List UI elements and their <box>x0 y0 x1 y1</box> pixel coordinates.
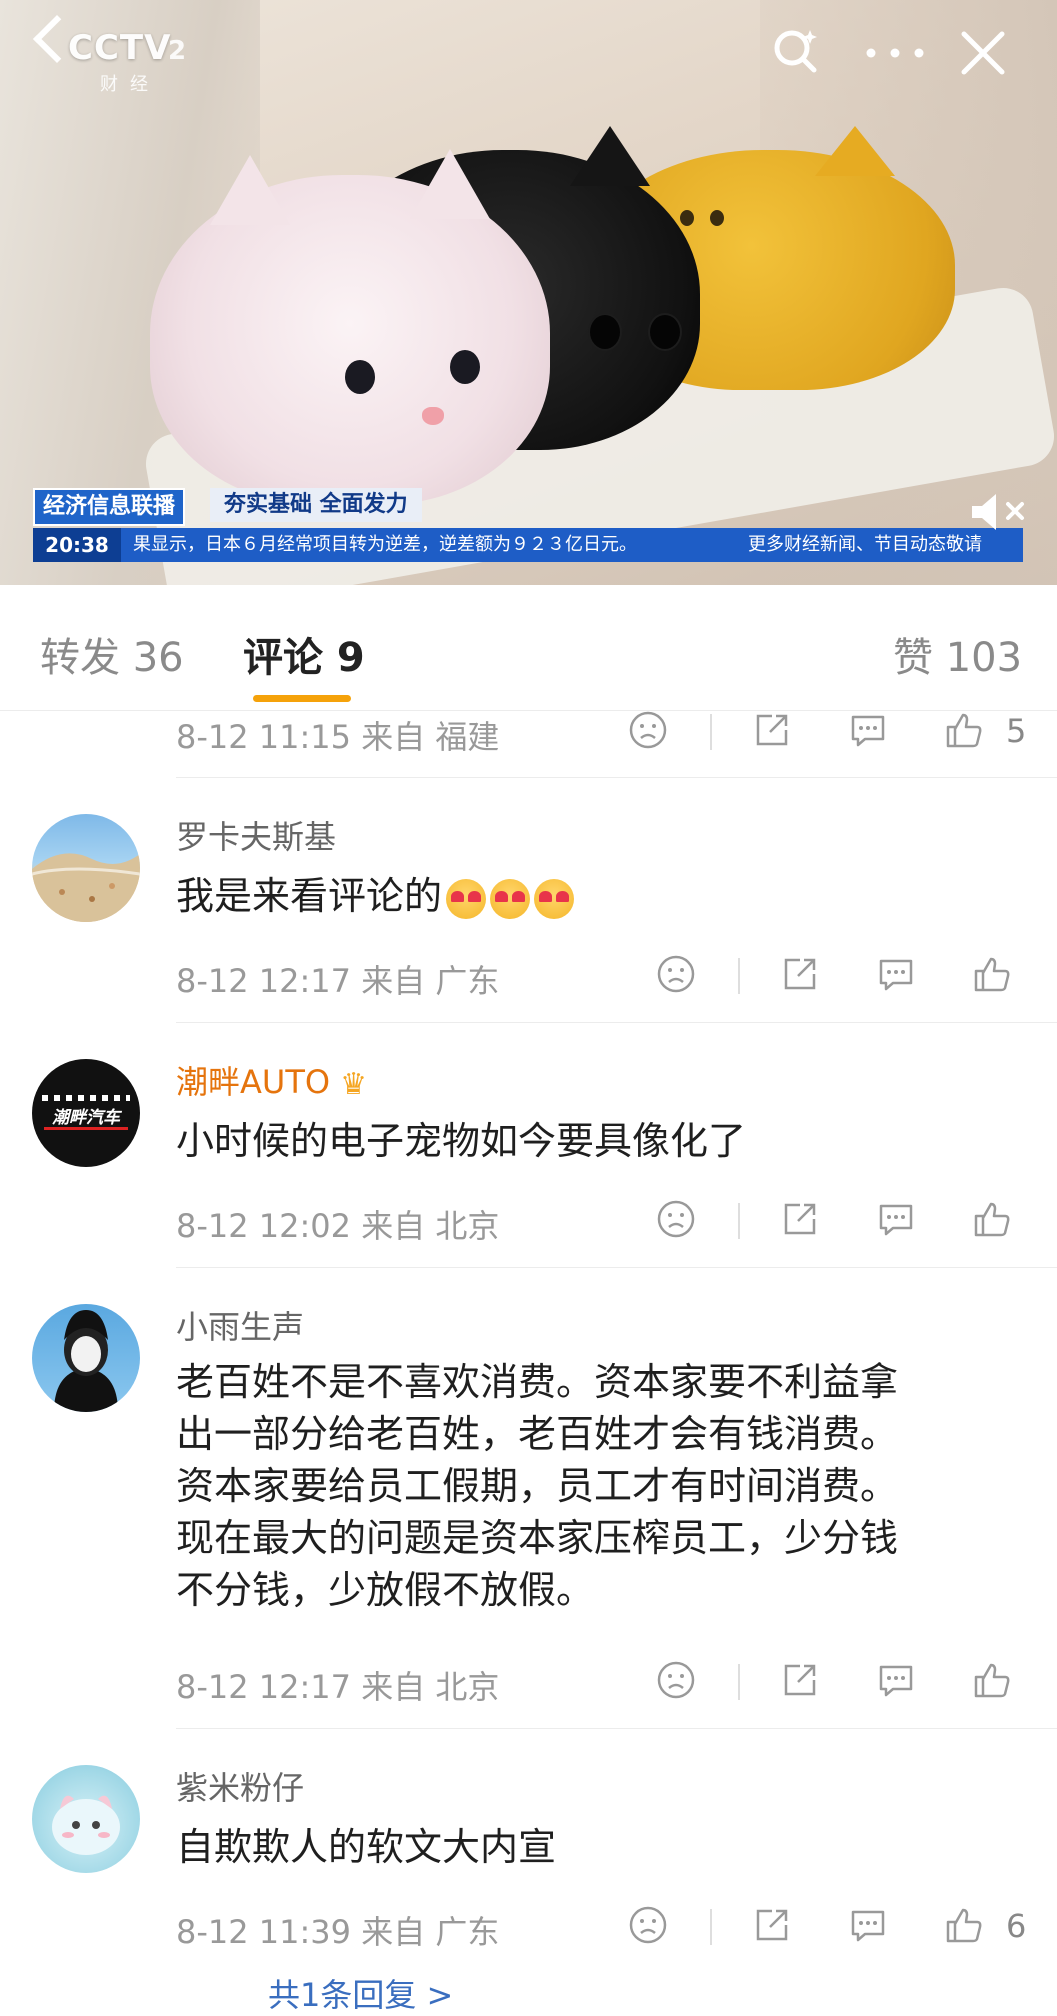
username[interactable]: 潮畔AUTO ♛ <box>176 1057 367 1103</box>
comment-text: 我是来看评论的 <box>176 874 443 918</box>
beach-photo-icon <box>32 853 140 922</box>
thumbs-up-icon[interactable] <box>972 954 1012 994</box>
dislike-face-icon[interactable] <box>656 954 696 994</box>
heart-eyes-emoji-icon <box>490 878 531 919</box>
comment-meta: 8-12 12:17 来自 广东 <box>176 962 500 1000</box>
comment-text: 自欺欺人的软文大内宣 <box>176 1825 557 1869</box>
comment-actions <box>656 954 1016 998</box>
news-program-tag: 经济信息联播 <box>33 488 186 526</box>
comment-actions <box>656 1199 1016 1243</box>
comment-divider <box>176 1728 1057 1729</box>
dislike-face-icon[interactable] <box>656 1660 696 1700</box>
avatar-text: 潮畔汽车 <box>52 1108 120 1128</box>
thumbs-up-icon[interactable] <box>972 1199 1012 1239</box>
share-icon[interactable] <box>780 1199 820 1239</box>
comment-meta: 8-12 12:17 来自 北京 <box>176 1668 500 1706</box>
more-icon[interactable] <box>865 48 925 58</box>
comment-icon[interactable] <box>876 1199 916 1239</box>
comment-meta: 8-12 12:02 来自 北京 <box>176 1207 500 1245</box>
cartoon-character-icon <box>52 1795 120 1855</box>
comment-actions: 6 <box>628 1905 1028 1949</box>
comment-content: 老百姓不是不喜欢消费。资本家要不利益拿 出一部分给老百姓，老百姓才会有钱消费。 … <box>176 1356 1016 1616</box>
search-icon[interactable] <box>770 26 818 74</box>
avatar[interactable] <box>32 814 140 922</box>
video-player[interactable]: CCTV 2 财经 经济信息联播 夯实基础 全面发力 20:38 果显示，日本６… <box>0 0 1057 585</box>
channel-subtitle: 财经 <box>100 74 160 95</box>
view-replies-link[interactable]: 共1条回复 > <box>268 1970 453 2016</box>
pink-plush-pet <box>150 149 550 505</box>
comment-icon[interactable] <box>848 710 888 750</box>
comment-divider <box>176 1267 1057 1268</box>
username[interactable]: 紫米粉仔 <box>176 1763 304 1809</box>
dislike-face-icon[interactable] <box>628 1905 668 1945</box>
tab-comments[interactable]: 评论 9 <box>243 625 365 683</box>
news-ticker: 20:38 果显示，日本６月经常项目转为逆差，逆差额为９２３亿日元。 更多财经新… <box>33 528 1023 562</box>
comment-line: 不分钱，少放假不放假。 <box>176 1568 595 1612</box>
tab-repost[interactable]: 转发 36 <box>40 625 184 683</box>
crown-icon: ♛ <box>340 1066 367 1102</box>
comment-divider <box>176 777 1057 778</box>
comment-line: 老百姓不是不喜欢消费。资本家要不利益拿 <box>176 1360 899 1404</box>
action-separator <box>738 1203 740 1239</box>
heart-eyes-emoji-icon <box>446 878 487 919</box>
comment-line: 出一部分给老百姓，老百姓才会有钱消费。 <box>176 1412 899 1456</box>
thumbs-up-icon[interactable] <box>944 710 984 750</box>
mute-icon[interactable] <box>968 490 1028 534</box>
comment-divider <box>176 1022 1057 1023</box>
username[interactable]: 罗卡夫斯基 <box>176 812 336 858</box>
share-icon[interactable] <box>780 1660 820 1700</box>
comment-line: 现在最大的问题是资本家压榨员工，少分钱 <box>176 1516 899 1560</box>
like-count: 6 <box>1006 1907 1027 1945</box>
tab-likes[interactable]: 赞 103 <box>893 625 1022 683</box>
avatar[interactable]: 潮畔汽车 <box>32 1059 140 1167</box>
avatar-stripe <box>44 1127 128 1130</box>
tab-active-indicator <box>253 695 351 702</box>
tab-bar: 转发 36 评论 9 赞 103 <box>0 585 1057 711</box>
channel-logo: CCTV <box>68 28 172 68</box>
action-separator <box>738 1664 740 1700</box>
comment-content: 我是来看评论的 <box>176 870 1016 922</box>
portrait-icon <box>54 1310 118 1412</box>
username[interactable]: 小雨生声 <box>176 1302 304 1348</box>
action-separator <box>710 1909 712 1945</box>
share-icon[interactable] <box>780 954 820 994</box>
comment-icon[interactable] <box>848 1905 888 1945</box>
ticker-text: 果显示，日本６月经常项目转为逆差，逆差额为９２３亿日元。 <box>133 534 637 555</box>
comment-actions <box>656 1660 1016 1704</box>
action-separator <box>738 958 740 994</box>
action-separator <box>710 714 712 750</box>
heart-eyes-emoji-icon <box>534 878 575 919</box>
like-count: 5 <box>1006 712 1027 750</box>
thumbs-up-icon[interactable] <box>944 1905 984 1945</box>
news-headline: 夯实基础 全面发力 <box>210 488 422 522</box>
ticker-time: 20:38 <box>33 528 121 562</box>
dislike-face-icon[interactable] <box>628 710 668 750</box>
comment-icon[interactable] <box>876 954 916 994</box>
ticker-more-text: 更多财经新闻、节目动态敬请 <box>748 534 982 555</box>
comment-icon[interactable] <box>876 1660 916 1700</box>
comment-actions: 5 <box>628 710 1028 754</box>
checkered-flag-icon <box>42 1095 130 1101</box>
comment-text: 小时候的电子宠物如今要具像化了 <box>176 1119 747 1163</box>
close-icon[interactable] <box>960 30 1006 76</box>
avatar[interactable] <box>32 1304 140 1412</box>
share-icon[interactable] <box>752 1905 792 1945</box>
comment-meta: 8-12 11:15 来自 福建 <box>176 718 500 756</box>
username-text: 潮畔AUTO <box>176 1063 331 1101</box>
comment-meta: 8-12 11:39 来自 广东 <box>176 1913 500 1951</box>
channel-number: 2 <box>168 36 187 66</box>
avatar[interactable] <box>32 1765 140 1873</box>
share-icon[interactable] <box>752 710 792 750</box>
thumbs-up-icon[interactable] <box>972 1660 1012 1700</box>
dislike-face-icon[interactable] <box>656 1199 696 1239</box>
comment-line: 资本家要给员工假期，员工才有时间消费。 <box>176 1464 899 1508</box>
